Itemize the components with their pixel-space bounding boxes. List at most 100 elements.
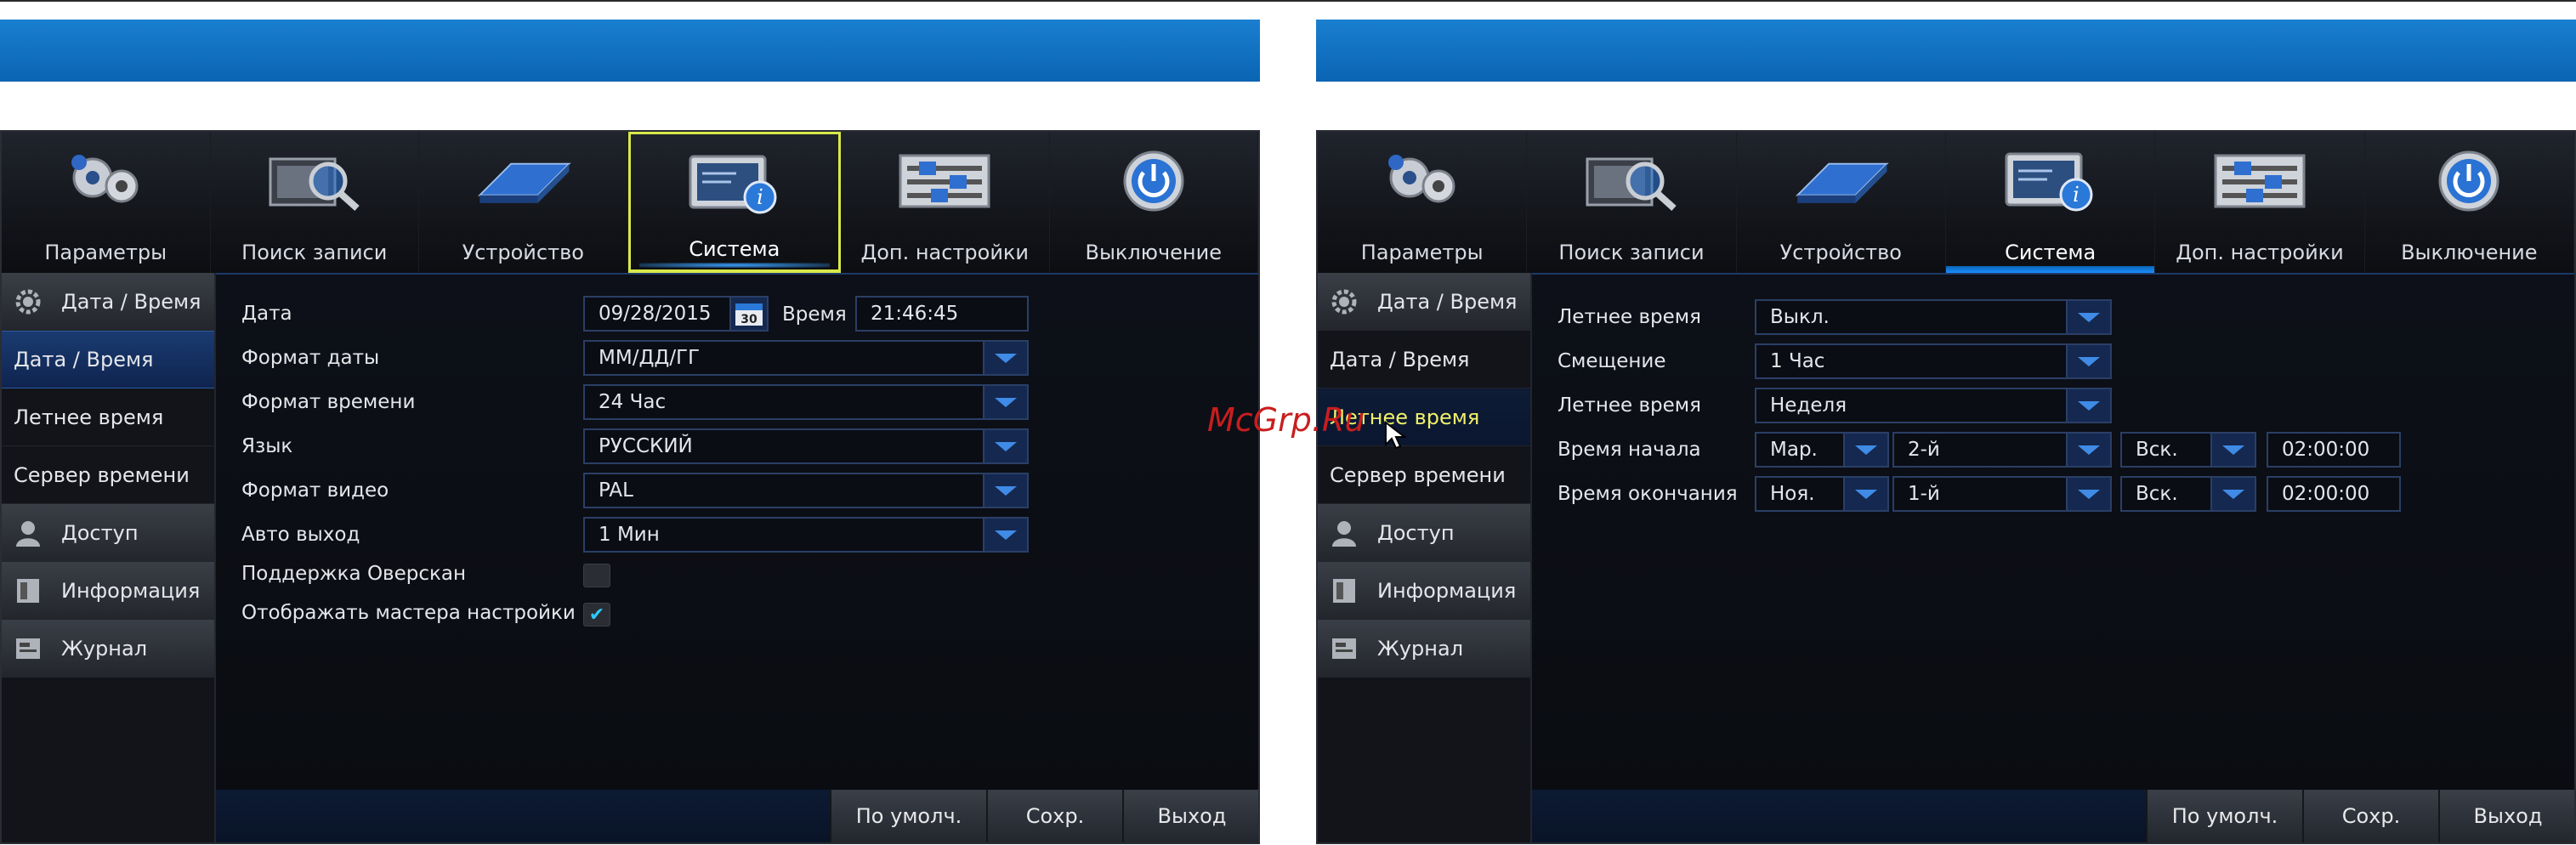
end-week-select[interactable]: 1-й [1892, 476, 2112, 512]
start-week-select[interactable]: 2-й [1892, 432, 2112, 468]
end-day-select[interactable]: Вск. [2120, 476, 2256, 512]
field-value: 24 Час [599, 391, 667, 413]
exit-button[interactable]: Выход [2438, 790, 2574, 842]
checkmark-icon: ✔ [588, 604, 605, 626]
dropdown-arrow-icon [983, 386, 1027, 418]
field-value: Ноя. [1770, 483, 1815, 505]
main-menu: Параметры Поиск записи Устройство i Сист… [2, 132, 1258, 273]
film-search-icon [264, 145, 366, 217]
calendar-button[interactable]: 30 [729, 296, 769, 332]
sidebar-item-label: Дата / Время [1330, 347, 1470, 371]
field-label: Формат времени [241, 391, 416, 413]
date-input[interactable]: 09/28/2015 [583, 296, 736, 332]
system-info-icon: i [684, 148, 786, 219]
default-button[interactable]: По умолч. [830, 790, 986, 842]
sidebar-category-log[interactable]: Журнал [1318, 620, 1530, 678]
default-button[interactable]: По умолч. [2146, 790, 2302, 842]
dropdown-arrow-icon [2210, 434, 2255, 466]
language-select[interactable]: РУССКИЙ [583, 428, 1029, 464]
dropdown-arrow-icon [983, 519, 1027, 551]
tab-system[interactable]: i Система [627, 132, 841, 273]
sidebar-category-access[interactable]: Доступ [2, 504, 214, 562]
field-value: Вск. [2136, 483, 2178, 505]
auto-exit-select[interactable]: 1 Мин [583, 517, 1029, 553]
dropdown-arrow-icon [2210, 478, 2255, 510]
sidebar-category-datetime[interactable]: Дата / Время [1318, 273, 1530, 331]
field-label: Авто выход [241, 524, 360, 546]
sidebar-category-label: Дата / Время [1377, 289, 1518, 314]
sidebar: Дата / Время Дата / Время Летнее время С… [2, 273, 216, 842]
wizard-checkbox[interactable]: ✔ [583, 603, 610, 627]
tab-device[interactable]: Устройство [1737, 132, 1946, 273]
sidebar-category-access[interactable]: Доступ [1318, 504, 1530, 562]
field-label: Летнее время [1558, 306, 1701, 328]
sidebar-category-label: Информация [61, 578, 201, 603]
sidebar-item-timeserver[interactable]: Сервер времени [2, 446, 214, 504]
sidebar-item-datetime[interactable]: Дата / Время [1318, 331, 1530, 388]
sidebar-category-info[interactable]: Информация [1318, 562, 1530, 620]
sliders-icon [2209, 145, 2311, 217]
svg-text:i: i [757, 185, 763, 209]
sidebar-category-info[interactable]: Информация [2, 562, 214, 620]
field-value: 09/28/2015 [599, 303, 712, 325]
dropdown-arrow-icon [983, 474, 1027, 507]
time-input[interactable]: 21:46:45 [855, 296, 1029, 332]
tab-record-search[interactable]: Поиск записи [1527, 132, 1737, 273]
exit-button[interactable]: Выход [1122, 790, 1258, 842]
offset-select[interactable]: 1 Час [1755, 343, 2112, 379]
tab-system[interactable]: i Система [1945, 132, 2156, 273]
settings-content: Дата 09/28/2015 30 Время 21:46:45 Формат… [216, 273, 1258, 842]
start-day-select[interactable]: Вск. [2120, 432, 2256, 468]
time-format-select[interactable]: 24 Час [583, 384, 1029, 420]
tab-label: Доп. настройки [860, 241, 1030, 264]
overscan-checkbox[interactable] [583, 564, 610, 587]
start-month-select[interactable]: Мар. [1755, 432, 1889, 468]
field-value: 02:00:00 [2282, 439, 2370, 461]
dst-mode-select[interactable]: Неделя [1755, 388, 2112, 423]
save-button[interactable]: Сохр. [986, 790, 1122, 842]
sidebar-category-log[interactable]: Журнал [2, 620, 214, 678]
auto-exit-row: Авто выход [241, 516, 360, 553]
user-icon [12, 519, 44, 547]
sidebar-category-datetime[interactable]: Дата / Время [2, 273, 214, 331]
save-button[interactable]: Сохр. [2302, 790, 2438, 842]
tab-record-search[interactable]: Поиск записи [211, 132, 419, 273]
date-format-select[interactable]: ММ/ДД/ГГ [583, 340, 1029, 376]
tab-advanced[interactable]: Доп. настройки [2155, 132, 2365, 273]
settings-content: Летнее время Выкл. Смещение 1 Час Летнее… [1532, 273, 2574, 842]
dst-mode-row: Летнее время [1558, 387, 1701, 424]
sidebar-item-label: Сервер времени [1330, 462, 1506, 487]
start-time-input[interactable]: 02:00:00 [2267, 432, 2401, 468]
date-format-row: Формат даты [241, 339, 379, 377]
tab-parameters[interactable]: Параметры [2, 132, 211, 273]
dst-select[interactable]: Выкл. [1755, 299, 2112, 335]
field-value: 02:00:00 [2282, 483, 2370, 505]
tab-parameters[interactable]: Параметры [1318, 132, 1528, 273]
sidebar-item-dst[interactable]: Летнее время [2, 388, 214, 446]
svg-text:30: 30 [740, 313, 757, 326]
sidebar: Дата / Время Дата / Время Летнее время С… [1318, 273, 1532, 842]
info-doc-icon [12, 576, 44, 605]
field-label: Отображать мастера настройки [241, 602, 576, 624]
field-label: Формат видео [241, 479, 389, 502]
tab-shutdown[interactable]: Выключение [2365, 132, 2574, 273]
info-doc-icon [1328, 576, 1360, 605]
tab-device[interactable]: Устройство [419, 132, 628, 273]
field-label: Поддержка Оверскан [241, 563, 467, 585]
dropdown-arrow-icon [983, 342, 1027, 374]
header-band-right [1316, 20, 2576, 82]
tab-label: Устройство [1779, 241, 1902, 264]
tab-advanced[interactable]: Доп. настройки [841, 132, 1050, 273]
tab-label: Поиск записи [241, 241, 388, 264]
sidebar-item-timeserver[interactable]: Сервер времени [1318, 446, 1530, 504]
sidebar-item-datetime[interactable]: Дата / Время [2, 331, 214, 388]
user-icon [1328, 519, 1360, 547]
dropdown-arrow-icon [2066, 434, 2110, 466]
video-format-select[interactable]: PAL [583, 473, 1029, 508]
watermark: McGrp.Ru [1207, 401, 1365, 439]
end-time-input[interactable]: 02:00:00 [2267, 476, 2401, 512]
field-value: 1 Мин [599, 524, 660, 546]
dvr-screen-date-time: Параметры Поиск записи Устройство i Сист… [0, 130, 1260, 844]
end-month-select[interactable]: Ноя. [1755, 476, 1889, 512]
tab-shutdown[interactable]: Выключение [1050, 132, 1258, 273]
